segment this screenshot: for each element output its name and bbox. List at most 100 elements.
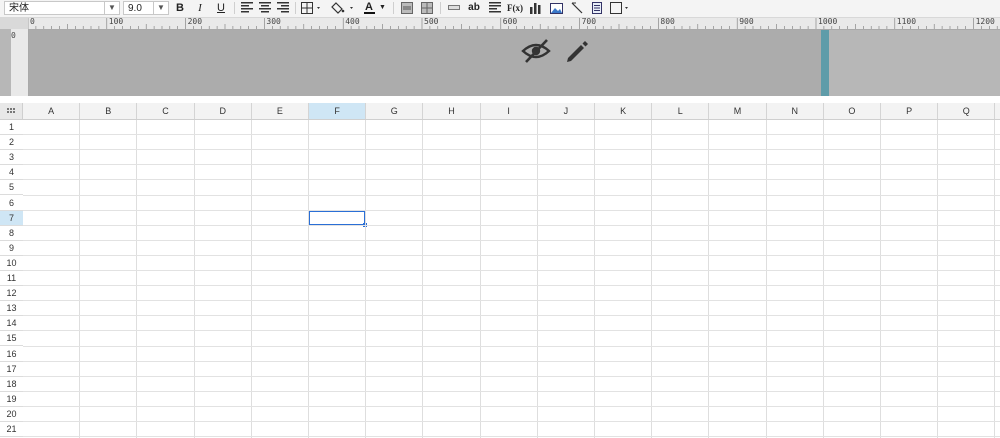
border-button[interactable] xyxy=(300,1,324,15)
paragraph-button[interactable] xyxy=(487,1,503,15)
font-name-select[interactable]: 宋体 ▼ xyxy=(4,1,120,15)
insert-textbox-button[interactable] xyxy=(589,1,605,15)
column-header-c[interactable]: C xyxy=(137,103,195,119)
merge-cells-button[interactable] xyxy=(399,1,415,15)
hidden-eye-icon[interactable] xyxy=(520,38,552,67)
wrap-text-button[interactable]: ab xyxy=(466,1,482,15)
row-header-21[interactable]: 21 xyxy=(0,422,23,437)
insert-image-button[interactable] xyxy=(548,1,564,15)
row-header-17[interactable]: 17 xyxy=(0,362,23,377)
insert-row-button[interactable] xyxy=(446,1,462,15)
insert-line-button[interactable] xyxy=(569,1,585,15)
bold-button[interactable]: B xyxy=(172,1,188,15)
toolbar-divider xyxy=(440,2,441,14)
chevron-down-icon[interactable]: ▼ xyxy=(153,2,168,14)
row-header-4[interactable]: 4 xyxy=(0,165,23,181)
grid-row-line xyxy=(23,375,1000,377)
row-header-15[interactable]: 15 xyxy=(0,331,23,347)
row-header-3[interactable]: 3 xyxy=(0,150,23,166)
column-header-g[interactable]: G xyxy=(366,103,424,119)
align-center-icon xyxy=(259,2,271,13)
grid-row-line xyxy=(23,315,1000,317)
grid-row-line xyxy=(23,254,1000,256)
split-cells-button[interactable] xyxy=(419,1,435,15)
row-header-7[interactable]: 7 xyxy=(0,210,23,226)
column-header-q[interactable]: Q xyxy=(938,103,996,119)
grid-row-line xyxy=(23,164,1000,166)
spreadsheet-grid: ABCDEFGHIJKLMNOPQ 1 2 3 4 5 6 7 8 9 10 11 12 13 14 15 1… xyxy=(0,103,1000,438)
toolbar-divider xyxy=(234,2,235,14)
row-header-11[interactable]: 11 xyxy=(0,271,23,286)
column-header-h[interactable]: H xyxy=(423,103,481,119)
column-header-o[interactable]: O xyxy=(824,103,881,119)
font-name-value: 宋体 xyxy=(9,3,29,14)
align-right-icon xyxy=(277,2,289,13)
grid-row-line xyxy=(23,194,1000,196)
grid-row-line xyxy=(23,345,1000,347)
grid-row-line xyxy=(23,285,1000,287)
column-header-d[interactable]: D xyxy=(195,103,252,119)
fill-color-button[interactable] xyxy=(330,1,356,15)
page-header-area[interactable] xyxy=(29,30,829,96)
row-header-16[interactable]: 16 xyxy=(0,347,23,362)
font-size-select[interactable]: 9.0 ▼ xyxy=(123,1,169,15)
column-header-f[interactable]: F xyxy=(309,103,367,119)
page-break-marker[interactable] xyxy=(821,30,829,96)
grid-row-line xyxy=(23,179,1000,181)
grid-row-line xyxy=(23,330,1000,332)
column-header-p[interactable]: P xyxy=(881,103,939,119)
row-header-5[interactable]: 5 xyxy=(0,180,23,196)
column-header-i[interactable]: I xyxy=(481,103,538,119)
grid-row-line xyxy=(23,239,1000,241)
column-header-l[interactable]: L xyxy=(652,103,710,119)
align-center-button[interactable] xyxy=(257,1,273,15)
chevron-down-icon: ▼ xyxy=(379,4,386,11)
column-header-n[interactable]: N xyxy=(767,103,824,119)
insert-chart-button[interactable] xyxy=(528,1,544,15)
formula-button[interactable]: F(x) xyxy=(506,1,524,15)
row-header-19[interactable]: 19 xyxy=(0,392,23,407)
grid-row-line xyxy=(23,405,1000,407)
column-header-k[interactable]: K xyxy=(595,103,653,119)
align-right-button[interactable] xyxy=(275,1,291,15)
shape-button[interactable] xyxy=(610,1,632,15)
row-header-8[interactable]: 8 xyxy=(0,226,23,241)
row-icon xyxy=(448,5,460,10)
row-header-1[interactable]: 1 xyxy=(0,120,23,135)
row-header-13[interactable]: 13 xyxy=(0,301,23,317)
grid-row-line xyxy=(23,209,1000,211)
column-header-b[interactable]: B xyxy=(80,103,138,119)
row-header-6[interactable]: 6 xyxy=(0,196,23,211)
bar-chart-icon xyxy=(530,3,541,14)
row-header-14[interactable]: 14 xyxy=(0,316,23,332)
underline-button[interactable]: U xyxy=(213,1,229,15)
italic-button[interactable]: I xyxy=(192,1,208,15)
chevron-down-icon[interactable]: ▼ xyxy=(104,2,119,14)
row-header-9[interactable]: 9 xyxy=(0,241,23,256)
column-header-a[interactable]: A xyxy=(23,103,81,119)
vertical-ruler-label: 0 xyxy=(11,31,16,40)
row-header-2[interactable]: 2 xyxy=(0,135,23,151)
textbox-icon xyxy=(592,2,602,14)
row-header-20[interactable]: 20 xyxy=(0,407,23,422)
row-header-10[interactable]: 10 xyxy=(0,256,23,271)
align-left-button[interactable] xyxy=(239,1,255,15)
text-color-button[interactable]: A ▼ xyxy=(362,1,388,15)
column-header-e[interactable]: E xyxy=(252,103,309,119)
page-header-region: 0 100 200 300 400 500 600 700 800 900 1000 1100 1200… xyxy=(0,17,1000,96)
image-icon xyxy=(549,3,563,14)
selected-cell[interactable] xyxy=(308,209,368,227)
column-header-j[interactable]: J xyxy=(538,103,595,119)
grid-row-line xyxy=(23,270,1000,271)
cell-area[interactable] xyxy=(23,120,1000,438)
toolbar-divider xyxy=(295,2,296,14)
align-left-icon xyxy=(241,2,253,13)
pencil-icon[interactable] xyxy=(564,38,590,67)
grid-row-line xyxy=(23,300,1000,302)
column-header-m[interactable]: M xyxy=(709,103,767,119)
row-header-12[interactable]: 12 xyxy=(0,286,23,302)
select-all-corner[interactable] xyxy=(0,103,23,119)
row-header-18[interactable]: 18 xyxy=(0,377,23,392)
grid-row-line xyxy=(23,149,1000,151)
grid-row-line xyxy=(23,134,1000,136)
